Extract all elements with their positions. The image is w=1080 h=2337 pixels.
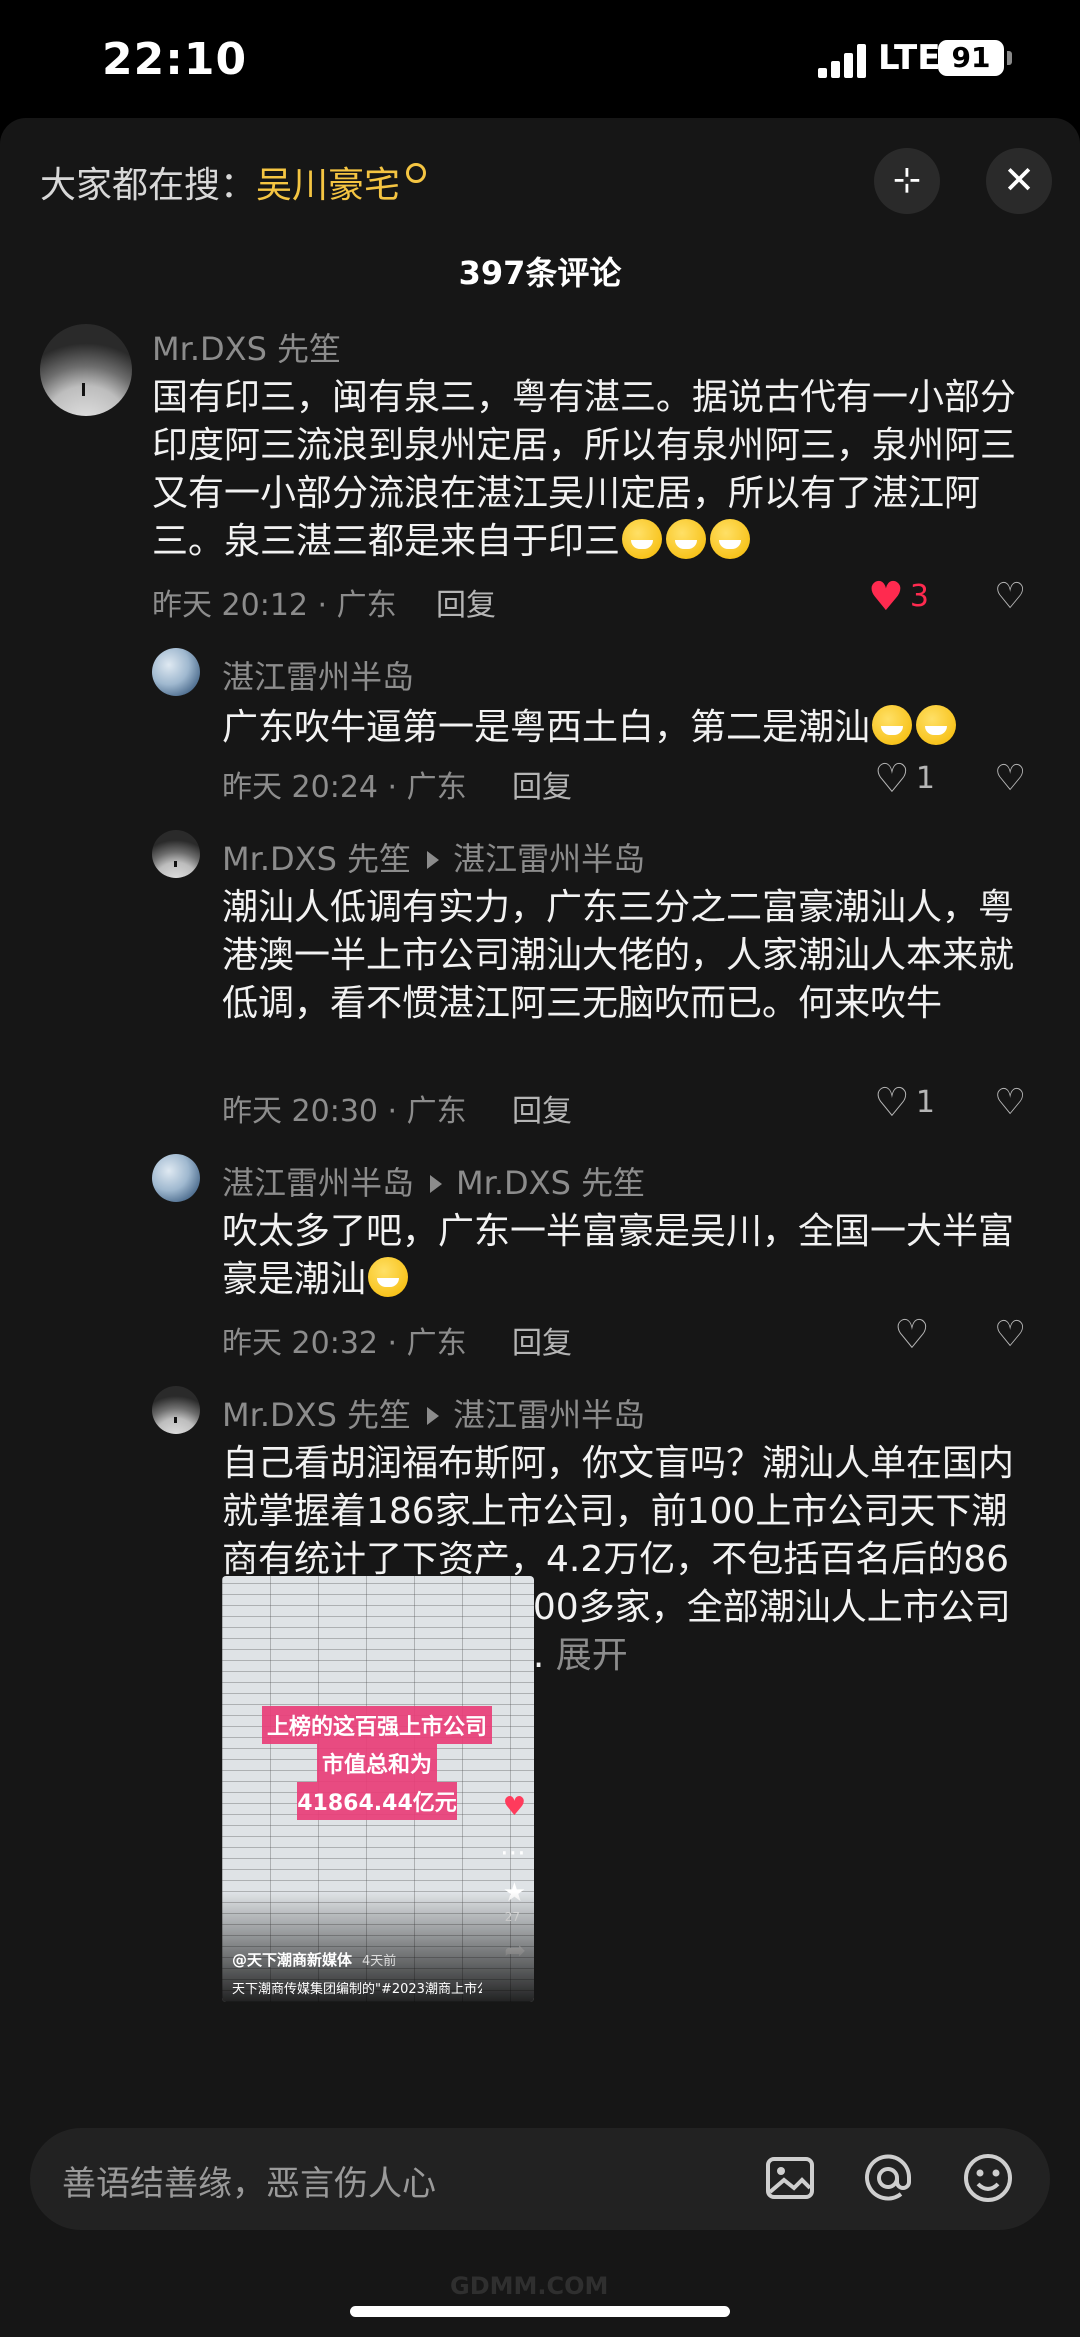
image-icon[interactable] bbox=[762, 2150, 818, 2206]
like-button[interactable]: ♡ 1 bbox=[874, 1080, 935, 1126]
comment-username[interactable]: 湛江雷州半岛 bbox=[222, 652, 414, 698]
like-count: 3 bbox=[909, 579, 929, 614]
reply-button[interactable]: 回复 bbox=[512, 1086, 572, 1130]
laugh-cry-emoji-icon bbox=[666, 519, 707, 559]
home-indicator[interactable] bbox=[350, 2306, 730, 2317]
dislike-icon[interactable]: ♡ bbox=[994, 576, 1026, 617]
comment-text: 吹太多了吧，广东一半富豪是吴川，全国一大半富豪是潮汕 bbox=[222, 1211, 1015, 1300]
video-thumbnail-card[interactable]: 上榜的这百强上市公司 市值总和为 41864.44亿元 ♥ ⋯ ★ 27 ➦ @… bbox=[222, 1576, 534, 2002]
status-time: 22:10 bbox=[102, 34, 248, 85]
video-description: 天下潮商传媒集团编制的"#2023潮商上市公司（沪深港）总市值百强榜"出 bbox=[232, 1982, 482, 1997]
search-icon bbox=[406, 163, 427, 183]
like-count: 1 bbox=[915, 1085, 935, 1120]
at-mention-icon[interactable] bbox=[860, 2150, 916, 2206]
close-button[interactable]: ✕ bbox=[986, 148, 1052, 214]
reply-arrow-icon bbox=[430, 1174, 443, 1193]
video-caption: 市值总和为 bbox=[317, 1744, 437, 1782]
dislike-icon[interactable]: ♡ bbox=[994, 758, 1026, 799]
reply-to-user[interactable]: 湛江雷州半岛 bbox=[453, 1396, 645, 1434]
comment-username[interactable]: Mr.DXS 先笙 湛江雷州半岛 bbox=[222, 1390, 645, 1436]
reply-button[interactable]: 回复 bbox=[436, 580, 496, 624]
grin-emoji-icon bbox=[916, 705, 957, 745]
laugh-cry-emoji-icon bbox=[622, 519, 663, 559]
hot-search-keyword[interactable]: 吴川豪宅 bbox=[256, 165, 400, 206]
video-author: @天下潮商新媒体 bbox=[232, 1951, 353, 1969]
grin-emoji-icon bbox=[872, 705, 913, 745]
reply-arrow-icon bbox=[427, 1406, 440, 1425]
video-caption: 41864.44亿元 bbox=[297, 1782, 457, 1820]
dislike-icon[interactable]: ♡ bbox=[994, 1314, 1026, 1355]
comment-text: 广东吹牛逼第一是粤西土白，第二是潮汕 bbox=[222, 704, 1042, 752]
comment-input[interactable]: 善语结善缘，恶言伤人心 bbox=[30, 2128, 1050, 2230]
signal-icon bbox=[818, 44, 868, 78]
grin-emoji-icon bbox=[368, 1257, 409, 1297]
comment-text: 国有印三，闽有泉三，粤有湛三。据说古代有一小部分印度阿三流浪到泉州定居，所以有泉… bbox=[152, 377, 1017, 562]
comment-username[interactable]: Mr.DXS 先笙 湛江雷州半岛 bbox=[222, 834, 645, 880]
like-count: 1 bbox=[915, 761, 935, 796]
like-button[interactable]: ♡ 1 bbox=[874, 756, 935, 802]
battery-icon: 91 bbox=[938, 40, 1004, 76]
network-type: LTE bbox=[878, 38, 941, 78]
comment-meta: 昨天 20:12 · 广东 bbox=[152, 588, 397, 623]
reply-button[interactable]: 回复 bbox=[512, 762, 572, 806]
comment-meta: 昨天 20:32 · 广东 bbox=[222, 1326, 467, 1361]
comment-username[interactable]: 湛江雷州半岛 Mr.DXS 先笙 bbox=[222, 1158, 645, 1204]
laugh-cry-emoji-icon bbox=[710, 519, 751, 559]
avatar[interactable] bbox=[40, 324, 132, 416]
expand-link[interactable]: 展开 bbox=[556, 1635, 628, 1676]
like-button[interactable]: ♥ 3 bbox=[868, 574, 929, 620]
comment-username[interactable]: Mr.DXS 先笙 bbox=[152, 324, 341, 370]
heart-icon: ♥ bbox=[502, 1792, 526, 1822]
comment-meta: 昨天 20:30 · 广东 bbox=[222, 1094, 467, 1129]
battery-cap bbox=[1007, 51, 1012, 65]
video-time: 4天前 bbox=[362, 1954, 397, 1969]
reply-arrow-icon bbox=[427, 850, 440, 869]
collapse-icon: ⊹ bbox=[892, 160, 922, 200]
reply-button[interactable]: 回复 bbox=[512, 1318, 572, 1362]
hot-search[interactable]: 大家都在搜：吴川豪宅 bbox=[40, 156, 427, 208]
comment-count: 397条评论 bbox=[458, 254, 622, 292]
avatar[interactable] bbox=[152, 830, 200, 878]
heart-outline-icon: ♡ bbox=[874, 756, 910, 802]
heart-filled-icon: ♥ bbox=[868, 574, 904, 620]
comment-text: 潮汕人低调有实力，广东三分之二富豪潮汕人，粤港澳一半上市公司潮汕大佬的，人家潮汕… bbox=[222, 887, 1015, 1024]
emoji-icon[interactable] bbox=[960, 2150, 1016, 2206]
avatar[interactable] bbox=[152, 648, 200, 696]
heart-outline-icon: ♡ bbox=[894, 1312, 930, 1358]
reply-to-user[interactable]: Mr.DXS 先笙 bbox=[456, 1164, 645, 1202]
comment-input-placeholder: 善语结善缘，恶言伤人心 bbox=[62, 2164, 436, 2204]
hot-search-prefix: 大家都在搜： bbox=[40, 165, 257, 206]
like-button[interactable]: ♡ bbox=[894, 1312, 936, 1358]
status-bar: 22:10 LTE 91 bbox=[0, 0, 1080, 118]
collapse-button[interactable]: ⊹ bbox=[874, 148, 940, 214]
reply-to-user[interactable]: 湛江雷州半岛 bbox=[453, 840, 645, 878]
close-icon: ✕ bbox=[1003, 158, 1035, 202]
avatar[interactable] bbox=[152, 1154, 200, 1202]
dislike-icon[interactable]: ♡ bbox=[994, 1082, 1026, 1123]
heart-outline-icon: ♡ bbox=[874, 1080, 910, 1126]
video-caption: 上榜的这百强上市公司 bbox=[262, 1706, 492, 1744]
avatar[interactable] bbox=[152, 1386, 200, 1434]
watermark: GDMM.COM bbox=[450, 2272, 609, 2300]
comment-icon: ⋯ bbox=[500, 1838, 526, 1868]
comment-meta: 昨天 20:24 · 广东 bbox=[222, 770, 467, 805]
